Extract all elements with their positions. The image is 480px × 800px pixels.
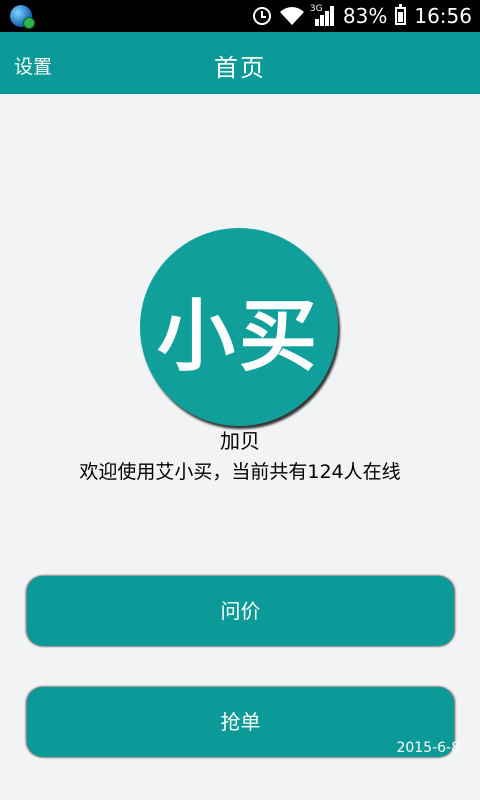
- status-bar: 3G 83% 16:56: [0, 0, 480, 32]
- signal-icon: 3G: [309, 4, 335, 26]
- user-name: 加贝: [220, 429, 260, 453]
- battery-icon: [395, 4, 407, 25]
- alarm-icon: [252, 7, 271, 25]
- app-bar: 设置 首页: [0, 32, 480, 94]
- wifi-icon: [279, 7, 304, 25]
- network-type: 3G: [309, 4, 323, 14]
- battery-percent: 83%: [342, 4, 388, 28]
- welcome-message: 欢迎使用艾小买，当前共有124人在线: [79, 461, 401, 483]
- app-logo: 小买: [140, 228, 338, 426]
- clock: 16:56: [414, 4, 472, 28]
- notification-icon: [10, 5, 36, 29]
- status-icons: 3G 83% 16:56: [252, 0, 472, 32]
- logo-text: 小买: [156, 292, 321, 382]
- inquiry-button[interactable]: 问价: [27, 576, 454, 646]
- date-label: 2015-6-8: [396, 740, 460, 756]
- grab-order-button[interactable]: 抢单: [27, 687, 454, 757]
- page-title: 首页: [214, 54, 266, 82]
